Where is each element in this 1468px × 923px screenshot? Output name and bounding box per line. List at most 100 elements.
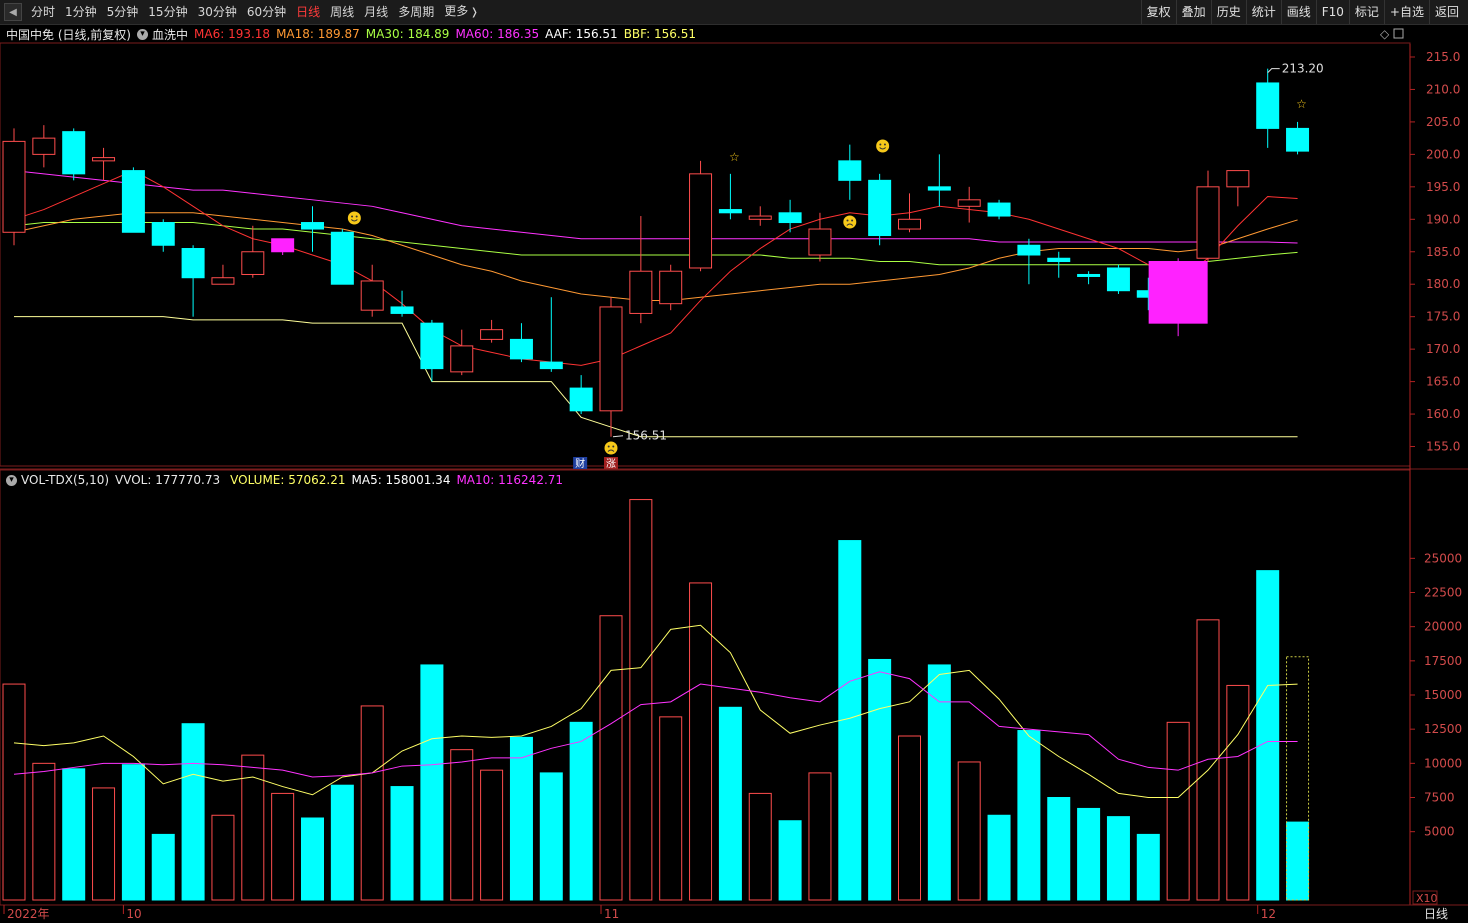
volume-settings-icon[interactable]: ▾ (6, 474, 17, 486)
candle (1077, 271, 1101, 285)
happy-face-icon (876, 139, 890, 153)
candle-body (1077, 273, 1101, 277)
volume-tick-label: 20000 (1424, 620, 1462, 634)
candle-body (1196, 186, 1220, 259)
rise-badge: 涨 (604, 457, 618, 470)
volume-bar (778, 820, 802, 901)
candle-body (62, 131, 86, 175)
face-eye (355, 215, 358, 218)
candle-body (330, 231, 354, 285)
candle (689, 160, 713, 272)
candle (360, 264, 384, 317)
candle (1196, 170, 1220, 262)
candle (450, 329, 474, 376)
face-eye (607, 445, 610, 448)
volume-bar (569, 721, 593, 901)
price-tick-label: 210.0 (1426, 82, 1460, 96)
volume-bar (808, 772, 832, 901)
x-tick-label: 2022年 (7, 907, 50, 921)
candle-body (32, 137, 56, 155)
candle (957, 186, 981, 223)
vol-ma5-value: MA5: 158001.34 (351, 473, 451, 487)
settings-dot-icon[interactable]: ▾ (137, 28, 148, 40)
ma60-line (13, 170, 1298, 244)
price-tick-label: 160.0 (1426, 407, 1460, 421)
candle-body (987, 202, 1011, 217)
candle-body (301, 222, 324, 230)
candle-body (927, 186, 951, 191)
candle-body (778, 212, 802, 224)
face-circle (604, 441, 618, 455)
candle-body (390, 306, 414, 314)
volume-bar (748, 792, 772, 901)
candle (569, 375, 593, 415)
period-label: 日线 (1424, 907, 1448, 921)
candle (539, 297, 563, 372)
x-tick-label: 10 (126, 907, 141, 921)
candle (898, 193, 921, 233)
candle-body (659, 270, 683, 305)
candle-body (868, 179, 892, 237)
volume-bar (1017, 730, 1041, 901)
sad-face-icon (843, 215, 857, 229)
volume-bar (480, 769, 504, 901)
candle (181, 245, 205, 317)
candle (1226, 170, 1250, 207)
ma18-line (13, 212, 1298, 301)
price-tick-label: 200.0 (1426, 147, 1460, 161)
star-icon: ☆ (729, 150, 740, 164)
candle (211, 264, 235, 285)
candle-body (539, 361, 563, 370)
badge-text: 涨 (606, 458, 616, 470)
candle (420, 319, 444, 382)
candle (599, 297, 623, 437)
volume-tick-label: 25000 (1424, 551, 1462, 565)
price-tick-label: 175.0 (1426, 310, 1460, 324)
volume-bar (121, 764, 145, 901)
volume-bar (1136, 833, 1160, 901)
volume-indicator-name[interactable]: VOL-TDX(5,10) (21, 473, 109, 487)
candle (1286, 121, 1310, 155)
volume-bar (987, 814, 1011, 901)
volume-tick-label: 10000 (1424, 756, 1462, 770)
happy-face-icon (347, 211, 361, 225)
price-tick-label: 185.0 (1426, 245, 1460, 259)
volume-bar (689, 582, 713, 901)
candle-body (1106, 267, 1130, 292)
candle-body (898, 218, 921, 230)
candle (92, 147, 116, 181)
finance-badge: 财 (573, 457, 588, 470)
volume-bar (927, 664, 951, 901)
candle-body (957, 199, 981, 207)
volume-bar (957, 761, 981, 901)
stock-title[interactable]: 中国中免 (日线,前复权) (6, 26, 131, 43)
volume-bar (868, 658, 892, 901)
candle-body (629, 270, 653, 314)
volume-bar (301, 817, 324, 901)
face-circle (843, 215, 857, 229)
candle (778, 199, 802, 233)
candle (271, 238, 295, 255)
volume-bar (32, 762, 56, 901)
candle-body (211, 277, 235, 285)
indicator-name[interactable]: 血洗中 (152, 26, 188, 43)
diamond-icon: ◇ (1380, 27, 1390, 41)
high-marker (1267, 68, 1280, 74)
volume-ma10-line (13, 671, 1298, 778)
kline-chart[interactable]: 215.0 210.0 205.0 200.0 195.0 190.0 185.0 180.0… (0, 0, 1468, 923)
candle-body (689, 173, 713, 269)
candle (241, 225, 265, 278)
volume-tick-label: 5000 (1424, 825, 1455, 839)
volume-bar (539, 772, 563, 901)
candle (868, 173, 892, 246)
ma30-value: MA30: 184.89 (365, 27, 450, 41)
support-line (14, 316, 1298, 438)
candle (808, 212, 832, 262)
candle-body (2, 140, 26, 233)
volume-bar (360, 705, 384, 901)
volume-tick-label: 7500 (1424, 791, 1455, 805)
volume-bar (181, 723, 205, 901)
ma6-line (13, 170, 1298, 366)
candle (838, 144, 862, 200)
volume-bar (390, 786, 414, 901)
